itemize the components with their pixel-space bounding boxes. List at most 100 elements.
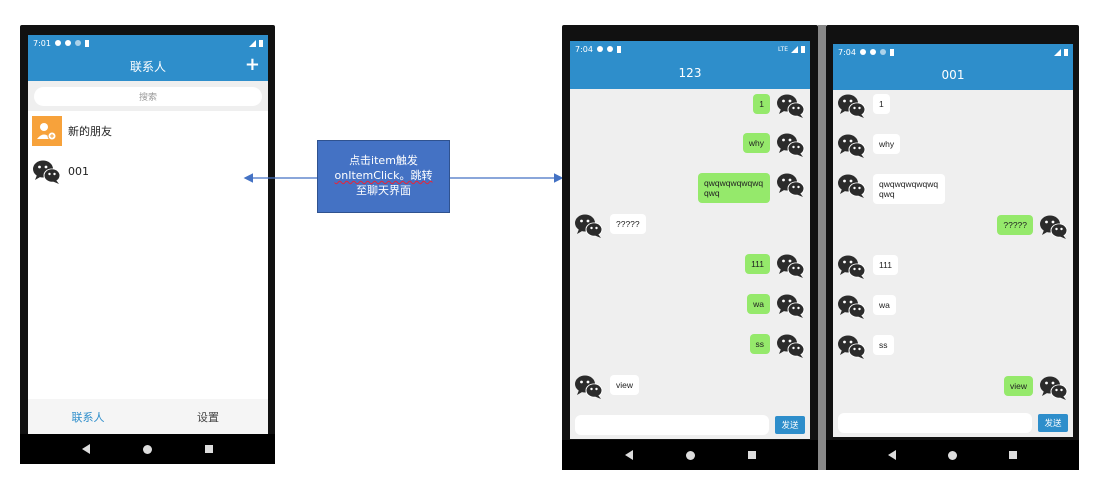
- wechat-avatar-icon: [776, 332, 806, 359]
- sent-message-bubble: 1: [753, 94, 770, 115]
- contacts-app-bar: 联系人 +: [28, 51, 268, 81]
- chat-app-bar: 123: [570, 57, 810, 89]
- chat-title: 001: [941, 68, 965, 82]
- status-bar: 7:04: [833, 44, 1073, 60]
- wechat-avatar-icon: [837, 293, 867, 320]
- battery-icon: [1064, 48, 1068, 56]
- plus-icon[interactable]: +: [245, 54, 260, 75]
- status-bar: 7:01: [28, 35, 268, 51]
- received-message-bubble: why: [873, 134, 901, 155]
- nav-bar: [562, 440, 818, 470]
- chat-message-row: ?????: [997, 213, 1069, 240]
- received-message-bubble: 1: [873, 94, 890, 115]
- received-message-bubble: view: [610, 375, 640, 396]
- chat-message-row: ss: [837, 333, 894, 360]
- sim-status-icon: [616, 45, 621, 53]
- wechat-avatar-icon: [837, 253, 867, 280]
- chat-message-row: qwqwqwqwqwqqwq: [837, 172, 945, 205]
- chat-message-row: ?????: [574, 212, 646, 239]
- shield-status-icon: [64, 40, 71, 46]
- chat-message-row: wa: [837, 293, 896, 320]
- received-message-bubble: qwqwqwqwqwqqwq: [873, 174, 945, 205]
- chat-title: 123: [678, 66, 702, 80]
- received-message-bubble: ss: [873, 335, 894, 356]
- wechat-avatar-icon: [837, 172, 867, 199]
- recents-icon[interactable]: [1009, 451, 1017, 459]
- contact-item-001[interactable]: 001: [32, 155, 268, 187]
- chat-message-row: view: [1003, 374, 1069, 401]
- sim-status-icon: [84, 39, 89, 47]
- back-icon[interactable]: [624, 450, 633, 460]
- wechat-avatar-icon: [776, 252, 806, 279]
- settings-status-icon: [859, 49, 866, 55]
- shield-status-icon: [869, 49, 876, 55]
- chat-message-row: why: [742, 131, 806, 158]
- received-message-bubble: wa: [873, 295, 896, 316]
- chat-phone-2-frame: 7:04 001 1 why qwqwqwqwqwqqwq????? 111 wa ss v…: [826, 25, 1079, 470]
- message-input[interactable]: [838, 413, 1032, 433]
- annotation-box: 点击item触发 onItemClick。跳转 至聊天界面: [317, 140, 450, 213]
- wechat-avatar-icon: [837, 132, 867, 159]
- message-input[interactable]: [575, 415, 769, 435]
- back-icon[interactable]: [82, 444, 91, 454]
- recents-icon[interactable]: [747, 451, 756, 459]
- page-title: 联系人: [129, 59, 166, 74]
- chat-app-bar: 001: [833, 60, 1073, 90]
- nav-bar: [20, 434, 275, 464]
- back-icon[interactable]: [888, 450, 896, 460]
- sent-message-bubble: 111: [745, 254, 770, 275]
- wechat-avatar-icon: [776, 292, 806, 319]
- sent-message-bubble: why: [742, 133, 770, 154]
- settings-status-icon: [54, 40, 61, 46]
- battery-icon: [259, 39, 263, 47]
- chat-phone-1-frame: 7:04 LTE 123 1 why qwqwqwqwqwqqwq????? 111 w…: [562, 25, 818, 470]
- status-time: 7:04: [575, 44, 593, 54]
- tab-settings[interactable]: 设置: [148, 399, 268, 434]
- chat-message-row: ss: [749, 332, 807, 359]
- tab-contacts[interactable]: 联系人: [28, 399, 148, 434]
- divider-strip: [818, 25, 826, 470]
- wechat-avatar-icon: [837, 92, 867, 119]
- search-input[interactable]: 搜索: [34, 87, 262, 106]
- annotation-line3: 至聊天界面: [356, 183, 411, 197]
- sent-message-bubble: ?????: [997, 215, 1033, 236]
- contact-name: 001: [68, 164, 89, 178]
- wechat-avatar-icon: [776, 171, 806, 198]
- nav-bar: [826, 440, 1079, 470]
- sent-message-bubble: qwqwqwqwqwqqwq: [698, 173, 770, 204]
- chat-input-bar: 发送: [570, 411, 810, 439]
- chat-screen-2: 7:04 001 1 why qwqwqwqwqwqqwq????? 111 wa ss v…: [833, 44, 1073, 437]
- contact-item-new-friends[interactable]: 新的朋友: [32, 115, 268, 147]
- contacts-phone-frame: 7:01 联系人 + 搜索 新的朋友 001 联系人 设置: [20, 25, 275, 464]
- wechat-avatar-icon: [32, 158, 62, 185]
- search-bar-bg: 搜索: [28, 81, 268, 111]
- chat-message-row: 1: [753, 92, 806, 119]
- battery-icon: [801, 45, 805, 53]
- wifi-status-icon: [879, 49, 886, 55]
- signal-icon: [791, 45, 798, 53]
- home-icon[interactable]: [948, 450, 957, 460]
- home-icon[interactable]: [142, 444, 152, 454]
- recents-icon[interactable]: [204, 445, 213, 453]
- contacts-screen: 7:01 联系人 + 搜索 新的朋友 001 联系人 设置: [28, 35, 268, 434]
- chat-messages: 1 why qwqwqwqwqwqqwq????? 111 wa ss view: [833, 90, 1073, 409]
- chat-messages: 1 why qwqwqwqwqwqqwq????? 111 wa ss view: [570, 89, 810, 411]
- wechat-avatar-icon: [776, 131, 806, 158]
- chat-message-row: why: [837, 132, 901, 159]
- status-time: 7:04: [838, 47, 856, 57]
- tab-settings-label: 设置: [197, 410, 219, 424]
- received-message-bubble: ?????: [610, 214, 646, 235]
- sim-status-icon: [889, 48, 894, 56]
- sent-message-bubble: wa: [747, 294, 770, 315]
- send-button[interactable]: 发送: [1038, 414, 1068, 432]
- tab-contacts-label: 联系人: [71, 410, 105, 424]
- annotation-line2: onItemClick。跳转: [334, 169, 433, 183]
- chat-message-row: 111: [837, 253, 898, 280]
- send-button[interactable]: 发送: [775, 416, 805, 434]
- home-icon[interactable]: [685, 450, 695, 460]
- wechat-avatar-icon: [574, 373, 604, 400]
- sent-message-bubble: ss: [749, 334, 770, 355]
- contact-name: 新的朋友: [68, 125, 112, 138]
- chat-input-bar: 发送: [833, 409, 1073, 437]
- chat-message-row: qwqwqwqwqwqqwq: [698, 171, 806, 204]
